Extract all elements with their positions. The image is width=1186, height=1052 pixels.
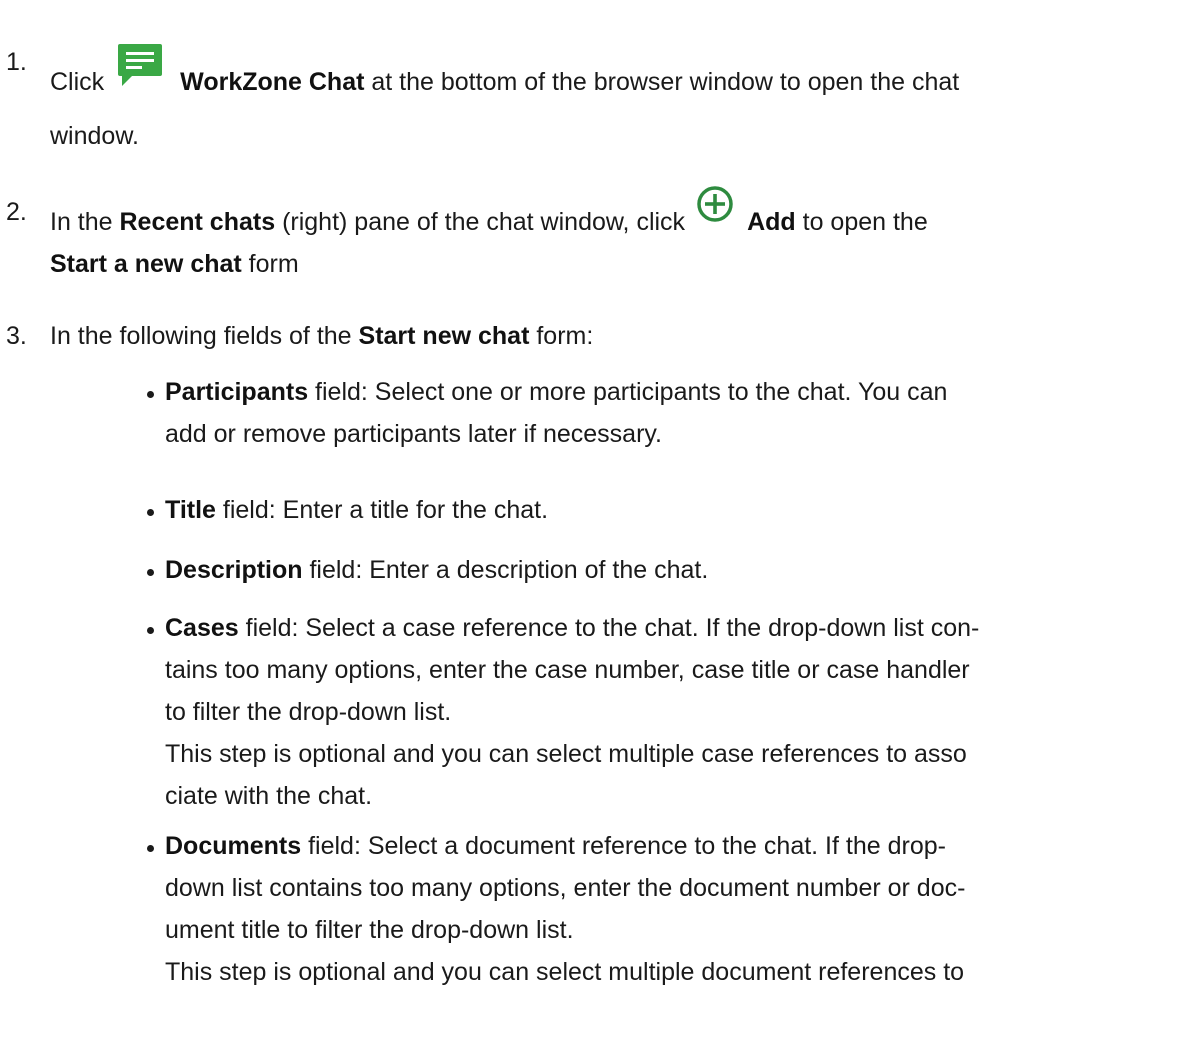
field-desc-line: This step is optional and you can select… <box>165 740 967 768</box>
field-desc: field: Select a case reference to the ch… <box>238 614 980 642</box>
field-desc-line: down list contains too many options, ent… <box>165 874 966 902</box>
step-mid: (right) pane of the chat window, click <box>275 208 686 236</box>
step-rest: at the bottom of the browser window to o… <box>364 68 960 96</box>
step-number: 2. <box>6 198 27 226</box>
add-label: Add <box>747 208 796 236</box>
step-text: In the Recent chats (right) pane of the … <box>50 186 1176 284</box>
add-circle-icon <box>695 184 735 224</box>
bullet-dot-icon <box>147 509 154 516</box>
field-desc-line: add or remove participants later if nece… <box>165 420 662 448</box>
field-desc: field: Select one or more participants t… <box>308 378 948 406</box>
field-desc-line: ciate with the chat. <box>165 782 373 810</box>
step-prefix: In the following fields of the <box>50 322 359 350</box>
field-label: Participants <box>165 378 309 406</box>
field-desc: field: Enter a description of the chat. <box>302 556 709 584</box>
step-number: 3. <box>6 322 27 350</box>
recent-chats-label: Recent chats <box>119 208 276 236</box>
field-desc-line: ument title to filter the drop-down list… <box>165 916 574 944</box>
step-rest: form: <box>529 322 594 350</box>
field-label: Description <box>165 556 303 584</box>
chat-icon <box>114 40 166 90</box>
workzone-chat-label: WorkZone Chat <box>180 68 365 96</box>
step-number: 1. <box>6 48 27 76</box>
bullet-dot-icon <box>147 627 154 634</box>
step-line-2-rest: form <box>241 250 299 278</box>
field-label: Documents <box>165 832 302 860</box>
field-label: Title <box>165 496 216 524</box>
step-text: Click WorkZone Chat at the bottom of the … <box>50 40 1176 156</box>
bullet-dot-icon <box>147 845 154 852</box>
field-desc-line: tains too many options, enter the case n… <box>165 656 970 684</box>
field-label: Cases <box>165 614 239 642</box>
start-new-chat-label: Start a new chat <box>50 250 242 278</box>
step-prefix: Click <box>50 68 105 96</box>
field-desc-line: This step is optional and you can select… <box>165 958 965 986</box>
field-desc: field: Enter a title for the chat. <box>215 496 549 524</box>
bullet-dot-icon <box>147 391 154 398</box>
step-rest: to open the <box>795 208 928 236</box>
step-prefix: In the <box>50 208 120 236</box>
field-desc-line: to filter the drop-down list. <box>165 698 452 726</box>
step-text: In the following fields of the Start new… <box>50 316 1176 356</box>
field-desc: field: Select a document reference to th… <box>301 832 946 860</box>
start-new-chat-form-label: Start new chat <box>358 322 530 350</box>
bullet-dot-icon <box>147 569 154 576</box>
step-line-2: window. <box>50 122 139 150</box>
